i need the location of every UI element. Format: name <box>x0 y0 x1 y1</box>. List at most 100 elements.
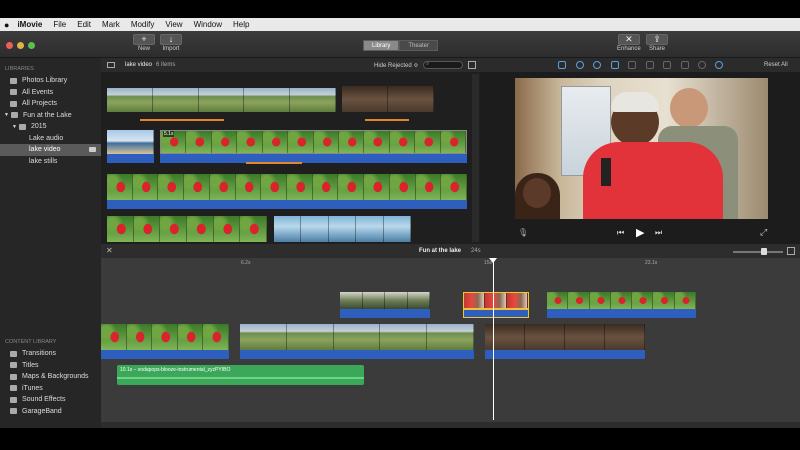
playhead-handle-icon[interactable] <box>489 258 497 263</box>
sidebar-item-2015[interactable]: ▼ 2015 <box>0 121 101 133</box>
sidebar-item-all-projects[interactable]: All Projects <box>0 98 101 110</box>
browser-clip-flower-1[interactable] <box>160 130 467 154</box>
sidebar-item-fun-at-the-lake[interactable]: ▼ Fun at the Lake <box>0 110 101 122</box>
apple-icon[interactable]: ● <box>4 20 9 30</box>
events-icon <box>10 89 17 96</box>
new-button[interactable]: + New <box>133 34 155 52</box>
stabilization-icon[interactable] <box>628 61 636 69</box>
timeline-clip-flower-upper[interactable] <box>547 292 696 309</box>
timeline-clip-people[interactable] <box>463 292 529 309</box>
color-correction-icon[interactable] <box>576 61 584 69</box>
item-count: 6 items <box>156 62 176 68</box>
tab-theater[interactable]: Theater <box>399 40 439 51</box>
playhead[interactable] <box>493 258 494 420</box>
menu-file[interactable]: File <box>53 20 66 29</box>
menu-mark[interactable]: Mark <box>102 20 120 29</box>
enhance-button[interactable]: ✕ Enhance <box>617 34 641 52</box>
info-icon[interactable] <box>715 61 723 69</box>
browser-clip-flower-3[interactable] <box>107 216 267 242</box>
timeline-clip-aerial-main[interactable] <box>240 324 474 350</box>
sidebar-item-label: Fun at the Lake <box>22 111 72 119</box>
sidebar-item-lake-audio[interactable]: Lake audio <box>0 133 101 145</box>
sidebar-item-itunes[interactable]: iTunes <box>0 383 101 395</box>
timeline-audio-clip[interactable]: 10.1s – sodapops-blooze-instrumental_zyz… <box>117 365 364 385</box>
zoom-window-button[interactable] <box>28 42 35 49</box>
menu-edit[interactable]: Edit <box>77 20 91 29</box>
sidebar-item-label: Titles <box>22 361 39 369</box>
browser-clip-dirt[interactable] <box>342 86 434 112</box>
audio-waveform <box>117 377 364 379</box>
color-balance-icon[interactable] <box>558 61 566 69</box>
disclosure-triangle-icon[interactable]: ▼ <box>12 124 17 130</box>
clip-filter-icon[interactable] <box>698 61 706 69</box>
filter-icon[interactable] <box>593 61 601 69</box>
favorite-marker <box>365 119 409 121</box>
project-title: Fun at the lake <box>419 248 462 254</box>
timeline-clip-dirt-main[interactable] <box>485 324 645 350</box>
magic-wand-icon: ✕ <box>617 34 640 45</box>
import-button[interactable]: ↓ Import <box>160 34 182 52</box>
volume-icon[interactable] <box>646 61 654 69</box>
sidebar-toggle-icon[interactable] <box>107 62 115 68</box>
timeline-settings-icon[interactable] <box>787 247 795 255</box>
menu-window[interactable]: Window <box>194 20 222 29</box>
tab-library[interactable]: Library <box>363 40 400 51</box>
sidebar-item-transitions[interactable]: Transitions <box>0 348 101 360</box>
sidebar-item-sound-effects[interactable]: Sound Effects <box>0 394 101 406</box>
adjustments-bar: Reset All <box>480 58 800 72</box>
selection-bar <box>160 154 467 163</box>
browser-clip-lake[interactable] <box>274 216 411 242</box>
browser-clip-aerial[interactable] <box>107 88 336 112</box>
sidebar: LIBRARIES Photos Library All Events All … <box>0 58 101 428</box>
timeline-clip-flower-main[interactable] <box>101 324 229 350</box>
filter-dropdown[interactable]: Hide Rejected ≎ <box>374 62 418 69</box>
menu-bar: ● iMovie File Edit Mark Modify View Wind… <box>0 18 800 31</box>
timeline-clip-trees[interactable] <box>340 292 430 309</box>
sidebar-item-label: Maps & Backgrounds <box>22 373 89 381</box>
disclosure-triangle-icon[interactable]: ▼ <box>4 112 9 118</box>
sidebar-item-lake-stills[interactable]: lake stills <box>0 156 101 168</box>
new-label: New <box>137 46 150 52</box>
guitar-icon <box>10 408 17 415</box>
noise-reduction-icon[interactable] <box>663 61 671 69</box>
favorite-marker <box>140 119 224 121</box>
sidebar-item-lake-video[interactable]: lake video <box>0 144 101 156</box>
sidebar-item-photos-library[interactable]: Photos Library <box>0 75 101 87</box>
browser-clip-flower-2[interactable] <box>107 174 467 200</box>
minimize-window-button[interactable] <box>17 42 24 49</box>
share-button[interactable]: ⇪ Share <box>646 34 668 52</box>
close-window-button[interactable] <box>6 42 13 49</box>
sidebar-item-label: Sound Effects <box>22 396 66 404</box>
plus-icon: + <box>133 34 155 45</box>
sidebar-item-label: Transitions <box>22 350 56 358</box>
sidebar-item-maps-backgrounds[interactable]: Maps & Backgrounds <box>0 371 101 383</box>
play-button[interactable]: ▶ <box>636 226 644 239</box>
reset-all-button[interactable]: Reset All <box>764 62 788 68</box>
sidebar-item-all-events[interactable]: All Events <box>0 87 101 99</box>
fullscreen-icon[interactable]: ⤢ <box>760 227 767 238</box>
sidebar-item-label: All Events <box>22 88 54 96</box>
clip-audio-bar <box>101 350 229 359</box>
microphone-icon[interactable]: 🎙 <box>518 228 528 237</box>
close-icon[interactable]: ✕ <box>106 246 113 255</box>
browser-scrollbar[interactable] <box>472 74 479 242</box>
zoom-slider[interactable] <box>733 248 783 255</box>
zoom-slider-thumb[interactable] <box>761 248 767 255</box>
photos-icon <box>10 77 17 84</box>
menu-view[interactable]: View <box>165 20 182 29</box>
sidebar-item-garageband[interactable]: GarageBand <box>0 406 101 418</box>
next-frame-icon[interactable]: ⏭ <box>655 228 662 238</box>
browser-clip-beach[interactable] <box>107 130 154 154</box>
search-input[interactable]: ⌕ <box>423 61 463 69</box>
crop-icon[interactable] <box>611 61 619 69</box>
filmstrip-view-icon[interactable] <box>468 61 476 69</box>
speed-icon[interactable] <box>681 61 689 69</box>
previous-frame-icon[interactable]: ⏮ <box>617 228 624 238</box>
sidebar-item-titles[interactable]: Titles <box>0 360 101 372</box>
time-marker: 23.1s <box>645 260 658 266</box>
sidebar-item-label: All Projects <box>22 100 58 108</box>
menu-help[interactable]: Help <box>233 20 249 29</box>
menu-app-name[interactable]: iMovie <box>17 20 42 29</box>
menu-modify[interactable]: Modify <box>131 20 155 29</box>
sidebar-item-label: lake stills <box>29 157 58 165</box>
